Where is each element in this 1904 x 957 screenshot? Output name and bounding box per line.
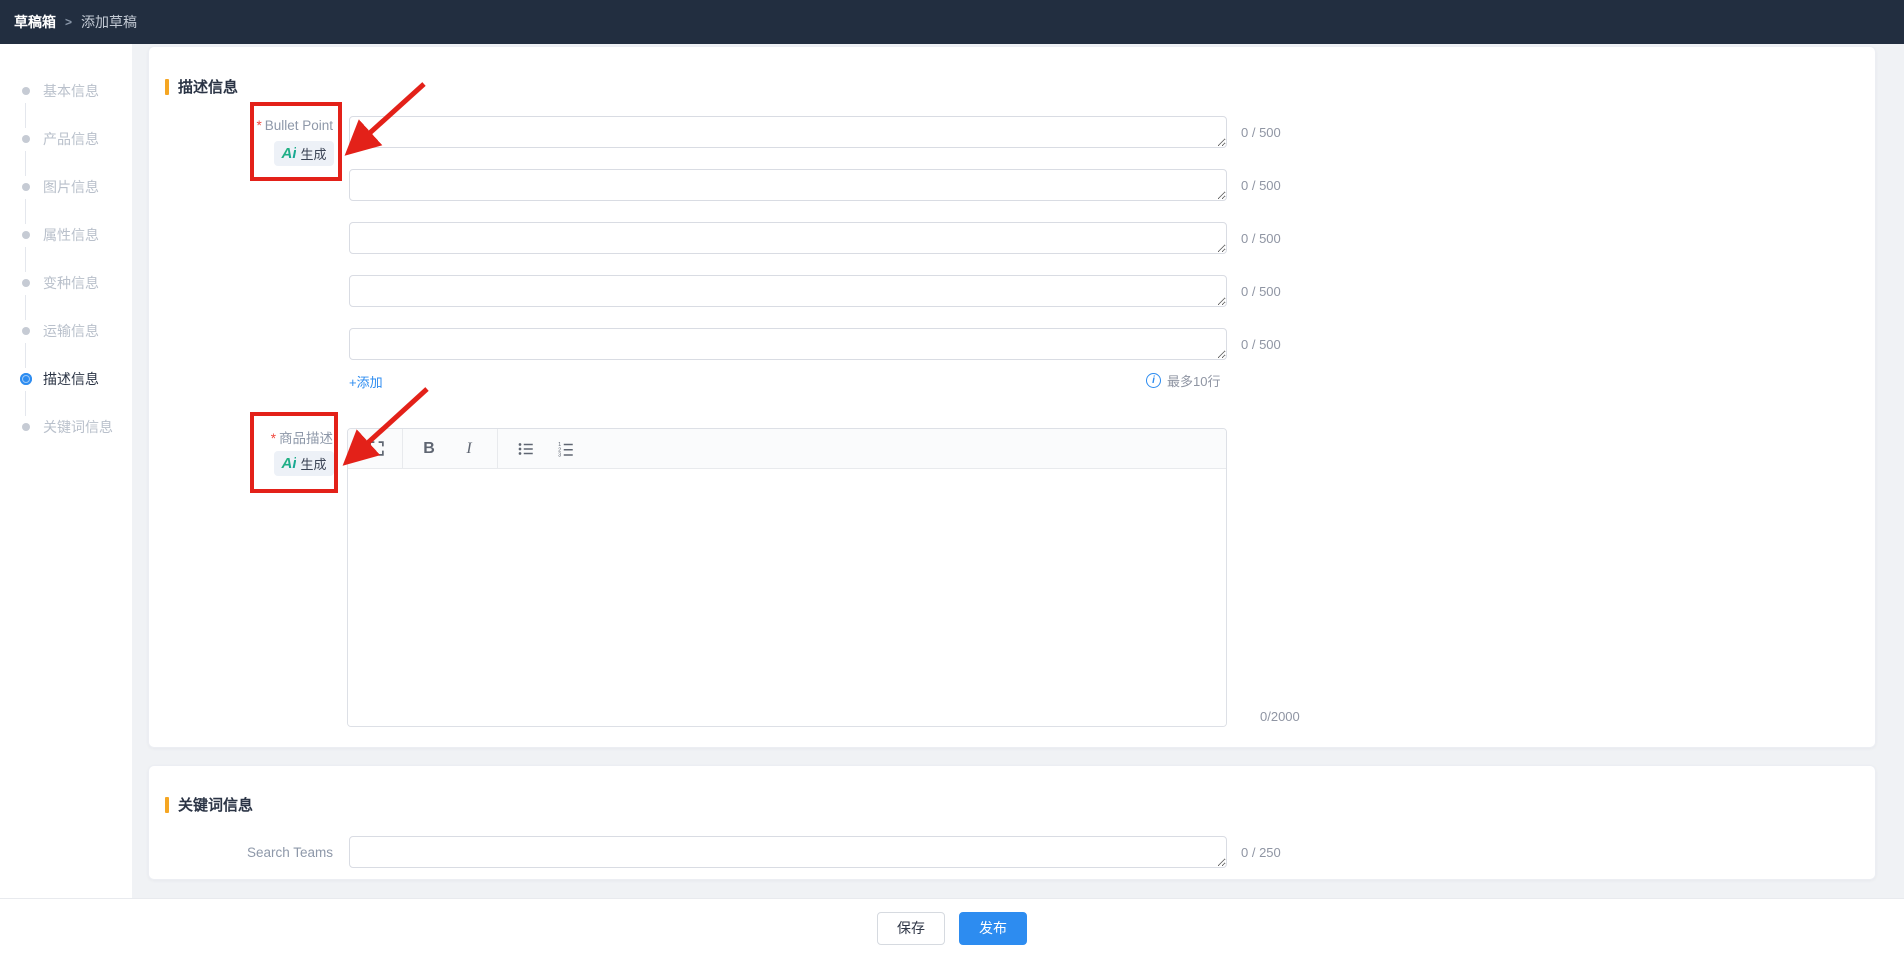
sidebar-item-label: 基本信息: [43, 83, 99, 99]
ai-generate-bullet-button[interactable]: Ai 生成: [274, 141, 334, 166]
sidebar-item-1[interactable]: 基本信息: [0, 67, 132, 128]
search-terms-label: Search Teams: [246, 845, 333, 860]
editor-content[interactable]: [348, 469, 1226, 726]
toolbar-divider: [497, 429, 498, 469]
publish-button[interactable]: 发布: [959, 911, 1027, 945]
footer-bar: 保存 发布: [0, 898, 1904, 957]
sidebar-item-3[interactable]: 图片信息: [0, 163, 132, 224]
sidebar-item-label: 产品信息: [43, 131, 99, 147]
char-counter: 0 / 500: [1241, 283, 1281, 299]
bullet-point-label-text: Bullet Point: [264, 118, 333, 133]
bullet-list-icon: [518, 442, 533, 455]
char-counter: 0 / 500: [1241, 124, 1281, 140]
bold-button[interactable]: B: [409, 429, 449, 469]
bullet-point-input-2[interactable]: [349, 169, 1227, 201]
bullet-point-input-1[interactable]: [349, 116, 1227, 148]
sidebar-item-label: 关键词信息: [43, 419, 113, 435]
char-counter: 0 / 500: [1241, 336, 1281, 352]
step-dot-icon: [22, 423, 30, 431]
svg-text:3: 3: [558, 452, 561, 458]
ai-icon: Ai: [281, 145, 297, 162]
required-mark: *: [256, 118, 262, 133]
search-terms-row: 0 / 250: [349, 836, 1281, 868]
save-button[interactable]: 保存: [877, 911, 945, 945]
search-terms-input[interactable]: [349, 836, 1227, 868]
sidebar-item-2[interactable]: 产品信息: [0, 115, 132, 176]
section-header: 描述信息: [165, 76, 238, 97]
max-rows-hint: i 最多10行: [1146, 371, 1220, 390]
editor-char-counter: 0/2000: [1260, 709, 1300, 724]
bullet-point-row-1: 0 / 500: [349, 116, 1281, 148]
sidebar-item-5[interactable]: 变种信息: [0, 259, 132, 320]
ordered-list-icon: 1 2 3: [558, 442, 573, 458]
step-dot-icon: [20, 373, 32, 385]
ai-icon: Ai: [281, 455, 297, 472]
sidebar-item-label: 变种信息: [43, 275, 99, 291]
description-card: 描述信息 * Bullet Point Ai 生成 0 / 500 0 / 500 0…: [148, 46, 1876, 748]
fullscreen-button[interactable]: [356, 429, 396, 469]
bullet-point-input-5[interactable]: [349, 328, 1227, 360]
product-desc-label: * 商品描述: [149, 427, 333, 447]
bullet-point-rows: 0 / 500 0 / 500 0 / 500 0 / 500 0 / 500: [349, 116, 1281, 381]
sidebar-item-8[interactable]: 关键词信息: [0, 403, 132, 451]
section-header: 关键词信息: [165, 794, 253, 815]
breadcrumb-separator-icon: >: [65, 15, 73, 29]
char-counter: 0 / 500: [1241, 177, 1281, 193]
keywords-card: 关键词信息 Search Teams 0 / 250: [148, 765, 1876, 880]
step-dot-icon: [22, 279, 30, 287]
section-title: 描述信息: [178, 79, 239, 96]
section-accent-bar: [165, 78, 169, 95]
editor-toolbar: B I 1 2 3: [348, 429, 1226, 469]
section-title: 关键词信息: [178, 797, 254, 814]
product-desc-label-text: 商品描述: [279, 431, 333, 446]
step-dot-icon: [22, 231, 30, 239]
bullet-point-row-5: 0 / 500: [349, 328, 1281, 360]
ai-generate-label: 生成: [300, 147, 327, 162]
rich-text-editor: B I 1 2 3: [347, 428, 1227, 727]
bullet-point-input-4[interactable]: [349, 275, 1227, 307]
char-counter: 0 / 250: [1241, 844, 1281, 860]
breadcrumb-current: 添加草稿: [81, 14, 138, 30]
required-mark: *: [270, 431, 276, 446]
italic-button[interactable]: I: [449, 429, 489, 469]
step-nav: 基本信息产品信息图片信息属性信息变种信息运输信息描述信息关键词信息: [0, 44, 132, 898]
step-dot-icon: [22, 183, 30, 191]
sidebar-item-6[interactable]: 运输信息: [0, 307, 132, 368]
add-row-link[interactable]: +添加: [349, 372, 383, 391]
step-dot-icon: [22, 135, 30, 143]
sidebar-item-label: 描述信息: [43, 371, 99, 387]
sidebar-item-label: 属性信息: [43, 227, 99, 243]
bullet-point-row-4: 0 / 500: [349, 275, 1281, 307]
bullet-point-row-2: 0 / 500: [349, 169, 1281, 201]
bullet-list-button[interactable]: [506, 429, 546, 469]
sidebar-item-7[interactable]: 描述信息: [0, 355, 132, 416]
ai-generate-label: 生成: [300, 457, 327, 472]
step-dot-icon: [22, 87, 30, 95]
fullscreen-icon: [368, 441, 384, 456]
sidebar-item-4[interactable]: 属性信息: [0, 211, 132, 272]
sidebar-item-label: 运输信息: [43, 323, 99, 339]
step-dot-icon: [22, 327, 30, 335]
bullet-point-input-3[interactable]: [349, 222, 1227, 254]
info-icon: i: [1146, 373, 1161, 388]
bullet-point-row-3: 0 / 500: [349, 222, 1281, 254]
bullet-point-label: * Bullet Point: [149, 118, 333, 133]
breadcrumb-root[interactable]: 草稿箱: [14, 12, 56, 32]
ai-generate-desc-button[interactable]: Ai 生成: [274, 451, 334, 476]
section-accent-bar: [165, 796, 169, 813]
sidebar-item-label: 图片信息: [43, 179, 99, 195]
char-counter: 0 / 500: [1241, 230, 1281, 246]
toolbar-divider: [402, 429, 403, 469]
topbar: 草稿箱 > 添加草稿: [0, 0, 1904, 44]
ordered-list-button[interactable]: 1 2 3: [546, 429, 586, 469]
max-rows-hint-text: 最多10行: [1167, 374, 1221, 389]
